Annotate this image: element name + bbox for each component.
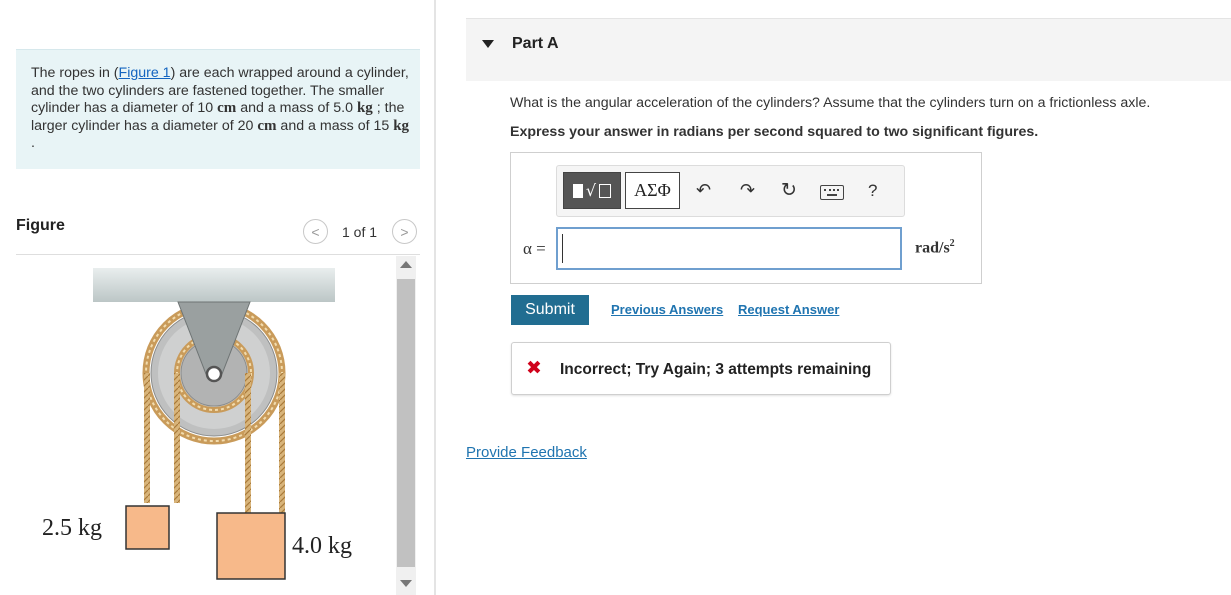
radical-icon: √ [585, 181, 597, 200]
figure-divider [16, 254, 420, 255]
provide-feedback-link[interactable]: Provide Feedback [466, 444, 587, 461]
answer-unit: rad/s2 [915, 238, 955, 257]
undo-icon[interactable]: ↶ [696, 180, 711, 201]
incorrect-x-icon: ✖ [526, 357, 542, 379]
template-box-icon [599, 183, 612, 198]
request-answer-link[interactable]: Request Answer [738, 302, 839, 317]
part-title: Part A [512, 35, 559, 52]
axle [205, 365, 223, 383]
left-outer-rope [144, 373, 150, 503]
feedback-message: Incorrect; Try Again; 3 attempts remaini… [560, 361, 872, 378]
previous-answers-link[interactable]: Previous Answers [611, 302, 723, 317]
ceiling-beam [93, 268, 335, 302]
pulley-figure: 2.5 kg 4.0 kg [42, 268, 352, 580]
template-block-icon [572, 183, 583, 198]
greek-symbols-button[interactable]: ΑΣΦ [625, 172, 680, 209]
large-mass-block [216, 512, 286, 580]
chevron-right-icon: > [400, 223, 409, 240]
templates-button[interactable]: √ [563, 172, 621, 209]
keyboard-icon[interactable] [820, 185, 844, 200]
figure-link[interactable]: Figure 1 [119, 65, 171, 81]
submit-button[interactable]: Submit [511, 295, 589, 325]
right-inner-rope [245, 373, 251, 513]
instruction-text: Express your answer in radians per secon… [510, 124, 1039, 140]
figure-counter: 1 of 1 [342, 224, 378, 240]
figure-scrollbar-thumb[interactable] [397, 279, 415, 567]
question-text: What is the angular acceleration of the … [510, 95, 1151, 111]
answer-variable-label: α = [523, 239, 546, 258]
column-divider [434, 0, 436, 595]
previous-figure-button[interactable]: < [303, 219, 328, 244]
problem-statement: The ropes in (Figure 1) are each wrapped… [31, 65, 410, 151]
help-icon[interactable]: ? [868, 181, 877, 201]
redo-icon[interactable]: ↷ [740, 180, 755, 201]
left-inner-rope [174, 373, 180, 503]
collapse-caret-icon[interactable] [482, 40, 494, 48]
next-figure-button[interactable]: > [392, 219, 417, 244]
small-mass-block [125, 505, 170, 550]
part-header[interactable] [466, 18, 1231, 81]
chevron-left-icon: < [311, 223, 320, 240]
small-mass-label: 2.5 kg [42, 515, 102, 541]
scroll-down-arrow-icon[interactable] [400, 580, 412, 587]
text-caret [562, 234, 563, 263]
figure-heading: Figure [16, 217, 65, 234]
scroll-up-arrow-icon[interactable] [400, 261, 412, 268]
reset-icon[interactable]: ↻ [781, 179, 797, 201]
large-mass-label: 4.0 kg [292, 533, 352, 559]
right-outer-rope [279, 373, 285, 513]
answer-input[interactable] [556, 227, 902, 270]
